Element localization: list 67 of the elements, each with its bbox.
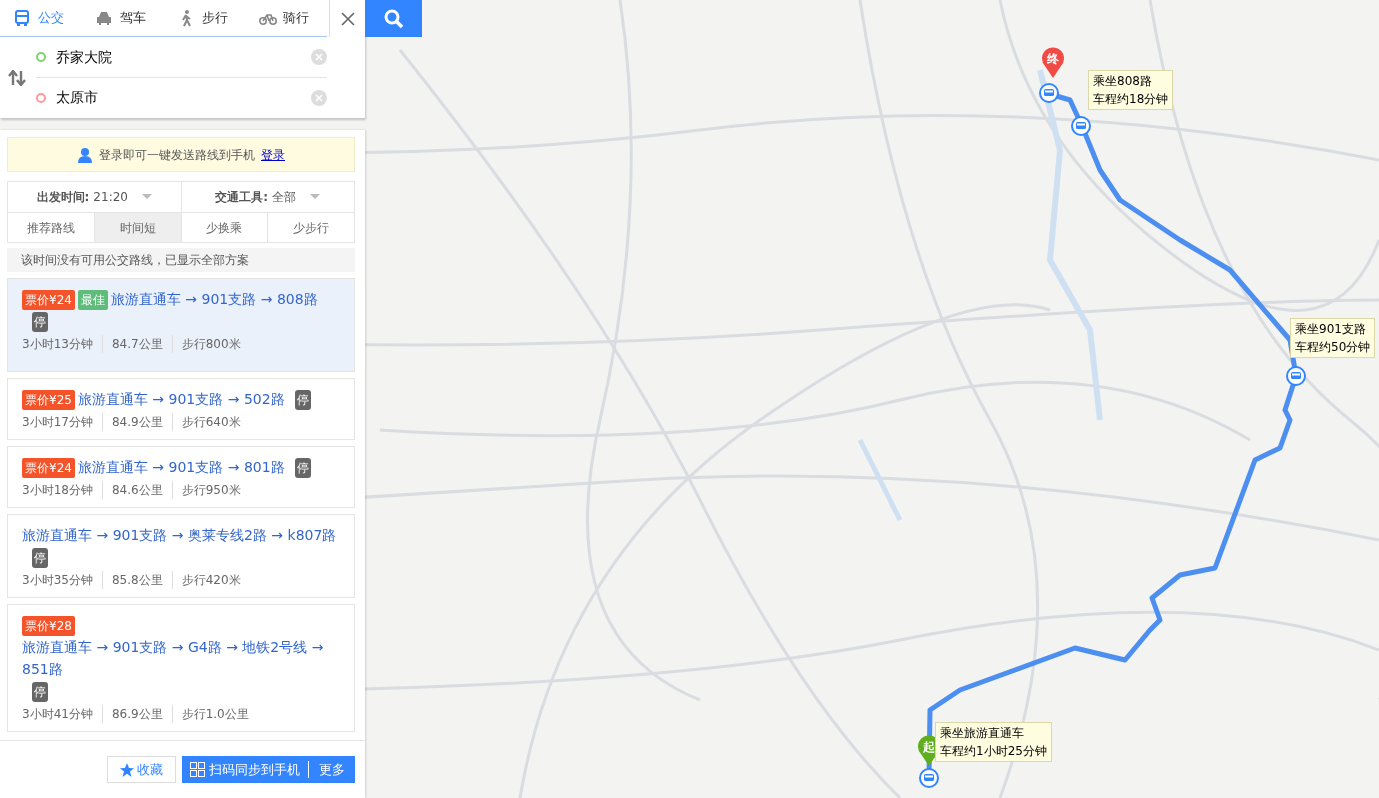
mode-tab[interactable]: 驾车 <box>81 0 164 36</box>
destination-dot <box>36 92 46 103</box>
stop-tag: 停 <box>32 682 48 702</box>
duration-text: 3小时35分钟 <box>22 572 93 589</box>
distance-text: 84.7公里 <box>101 335 163 353</box>
route-card[interactable]: 票价¥24 最佳 旅游直通车 → 901支路 → 808路 停 3小时13分钟 84.7公里 步行800米 <box>7 278 355 372</box>
caret-icon <box>141 194 152 200</box>
route-callout: 乘坐808路 车程约18分钟 <box>1088 70 1174 110</box>
caret-icon <box>310 194 321 200</box>
walk-distance-text: 步行1.0公里 <box>171 705 249 723</box>
stop-tag: 停 <box>32 312 48 332</box>
duration-text: 3小时13分钟 <box>22 336 93 353</box>
close-icon <box>339 11 356 27</box>
route-title: 旅游直通车 → 901支路 → G4路 → 地铁2号线 → 851路 <box>22 638 325 679</box>
distance-text: 84.9公里 <box>101 413 163 431</box>
origin-field[interactable]: 乔家大院 <box>56 46 311 68</box>
price-tag: 票价¥24 <box>22 458 75 478</box>
route-card[interactable]: 票价¥28 旅游直通车 → 901支路 → G4路 → 地铁2号线 → 851路 停 3小时41分钟 86.9公里 步行1.0公里 <box>7 604 355 732</box>
price-tag: 票价¥28 <box>22 616 75 636</box>
stop-tag: 停 <box>32 548 48 568</box>
star-icon <box>120 762 134 777</box>
login-link[interactable]: 登录 <box>261 145 285 164</box>
walk-distance-text: 步行800米 <box>171 335 241 353</box>
distance-text: 85.8公里 <box>101 571 163 589</box>
price-tag: 票价¥24 <box>22 290 75 310</box>
route-title: 旅游直通车 → 901支路 → 801路 <box>77 458 285 477</box>
route-card[interactable]: 票价¥25 旅游直通车 → 901支路 → 502路 停 3小时17分钟 84.9公里 步行640米 <box>7 378 355 440</box>
search-icon <box>383 8 404 29</box>
swap-icon[interactable] <box>8 70 26 86</box>
best-tag: 最佳 <box>77 290 108 310</box>
car-icon <box>95 9 114 27</box>
sort-tab[interactable]: 时间短 <box>93 213 181 242</box>
duration-text: 3小时18分钟 <box>22 482 93 499</box>
stop-tag: 停 <box>294 390 311 410</box>
distance-text: 84.6公里 <box>101 481 163 499</box>
route-card[interactable]: 票价¥24 旅游直通车 → 901支路 → 801路 停 3小时18分钟 84.6公里 步行950米 <box>7 446 355 508</box>
walk-distance-text: 步行420米 <box>171 571 241 589</box>
walk-distance-text: 步行950米 <box>171 481 241 499</box>
route-pin-marker: 终 <box>1041 47 1065 79</box>
mode-tab[interactable]: 骑行 <box>245 0 327 36</box>
qr-code-icon <box>190 762 205 777</box>
destination-field[interactable]: 太原市 <box>56 87 311 108</box>
route-callout: 乘坐旅游直通车 车程约1小时25分钟 <box>935 722 1052 762</box>
route-title: 旅游直通车 → 901支路 → 502路 <box>77 390 285 409</box>
duration-text: 3小时41分钟 <box>22 706 93 723</box>
walk-distance-text: 步行640米 <box>171 413 241 431</box>
filter-dropdown[interactable]: 交通工具: 全部 <box>180 182 354 212</box>
duration-text: 3小时17分钟 <box>22 414 93 431</box>
favorite-button[interactable]: 收藏 <box>107 756 176 783</box>
filter-dropdown[interactable]: 出发时间: 21:20 <box>8 182 181 212</box>
notice-text: 该时间没有可用公交路线，已显示全部方案 <box>7 248 355 272</box>
price-tag: 票价¥25 <box>22 390 75 410</box>
route-callout: 乘坐901支路 车程约50分钟 <box>1290 318 1376 358</box>
route-title: 旅游直通车 → 901支路 → 奥莱专线2路 → k807路 <box>22 526 337 545</box>
mode-tab[interactable]: 公交 <box>0 0 82 36</box>
clear-icon[interactable] <box>311 89 327 106</box>
clear-icon[interactable] <box>311 49 327 65</box>
origin-dot <box>36 52 46 62</box>
stop-tag: 停 <box>294 458 311 478</box>
bus-icon <box>14 9 32 27</box>
distance-text: 86.9公里 <box>101 705 163 723</box>
route-card[interactable]: 旅游直通车 → 901支路 → 奥莱专线2路 → k807路 停 3小时35分钟 85.8公里 步行420米 <box>7 514 355 598</box>
login-prompt-text: 登录即可一键发送路线到手机 <box>99 146 255 164</box>
search-button[interactable] <box>365 0 422 37</box>
user-icon <box>77 146 93 163</box>
route-title: 旅游直通车 → 901支路 → 808路 <box>110 290 318 309</box>
mode-tab[interactable]: 步行 <box>163 0 246 36</box>
